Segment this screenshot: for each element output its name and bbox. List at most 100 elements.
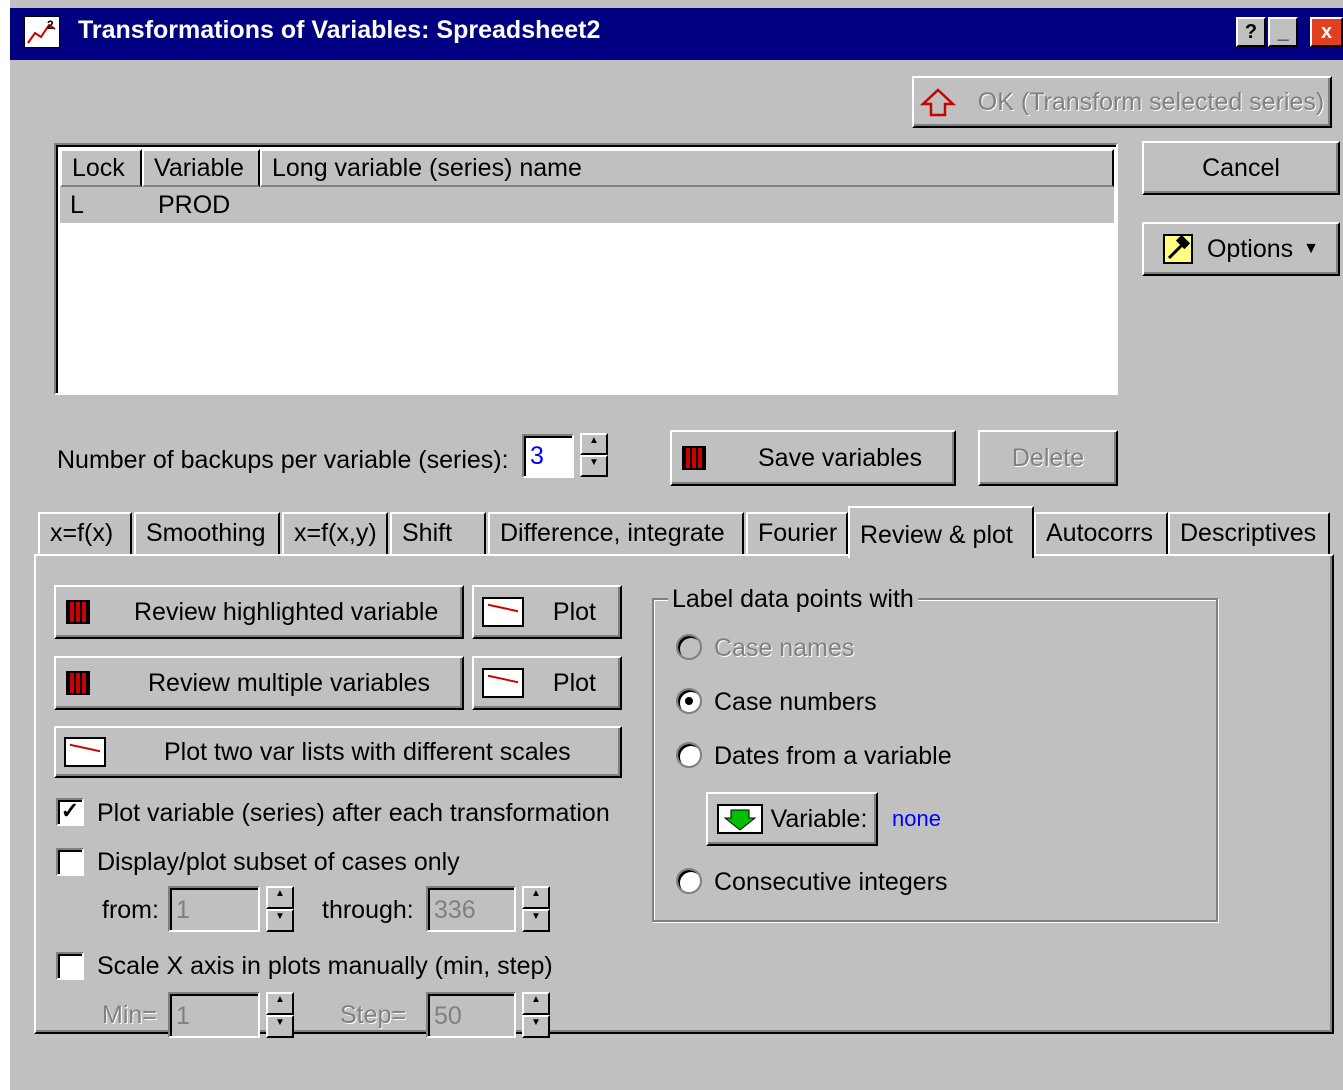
min-value: 1 xyxy=(176,1002,190,1030)
backups-spinner[interactable]: ▲ ▼ xyxy=(580,433,608,477)
spin-up-icon[interactable]: ▲ xyxy=(266,992,294,1015)
review-multiple-button[interactable]: Review multiple variables xyxy=(54,656,464,710)
scale-x-checkbox[interactable] xyxy=(56,952,84,980)
window-title: Transformations of Variables: Spreadshee… xyxy=(78,16,601,44)
from-spinner[interactable]: ▲ ▼ xyxy=(266,886,294,932)
plot-label-1: Plot xyxy=(552,597,596,626)
consecutive-integers-label: Consecutive integers xyxy=(714,868,948,896)
plot-button-2[interactable]: Plot xyxy=(472,656,622,710)
app-chart-icon: 2 xyxy=(24,16,60,48)
through-label: through: xyxy=(322,896,414,924)
plot-after-each-checkbox[interactable]: ✓ xyxy=(56,798,84,826)
tab-review-plot[interactable]: Review & plot xyxy=(848,506,1034,558)
plot-label-2: Plot xyxy=(552,668,596,697)
spreadsheet-icon xyxy=(66,671,90,695)
consecutive-integers-radio[interactable] xyxy=(676,868,702,894)
delete-button[interactable]: Delete xyxy=(978,430,1118,486)
line-plot-icon xyxy=(482,668,524,698)
dates-from-variable-label: Dates from a variable xyxy=(714,742,952,770)
min-input[interactable]: 1 xyxy=(168,992,260,1038)
tab-fourier[interactable]: Fourier xyxy=(746,512,848,554)
step-value: 50 xyxy=(434,1002,462,1030)
tab-autocorrs[interactable]: Autocorrs xyxy=(1034,512,1168,554)
case-names-radio[interactable] xyxy=(676,634,702,660)
backups-value: 3 xyxy=(530,442,544,470)
through-spinner[interactable]: ▲ ▼ xyxy=(522,886,550,932)
line-plot-icon xyxy=(64,737,106,767)
row-variable: PROD xyxy=(158,191,231,219)
hammer-icon xyxy=(1162,234,1193,264)
spin-down-icon[interactable]: ▼ xyxy=(522,909,550,932)
options-label: Options xyxy=(1206,234,1294,263)
through-input[interactable]: 336 xyxy=(426,886,516,932)
spreadsheet-icon xyxy=(682,446,706,470)
variable-button[interactable]: Variable: xyxy=(706,792,878,846)
review-multiple-label: Review multiple variables xyxy=(148,668,431,697)
help-button[interactable]: ? xyxy=(1236,17,1266,47)
plot-button-1[interactable]: Plot xyxy=(472,585,622,639)
ok-button[interactable]: OK (Transform selected series) xyxy=(912,76,1332,128)
case-numbers-label: Case numbers xyxy=(714,688,877,716)
cancel-button[interactable]: Cancel xyxy=(1142,141,1340,195)
from-value: 1 xyxy=(176,896,190,924)
spin-up-icon[interactable]: ▲ xyxy=(522,886,550,909)
scale-x-label: Scale X axis in plots manually (min, ste… xyxy=(97,952,553,980)
home-arrow-icon xyxy=(919,88,956,117)
from-label: from: xyxy=(102,896,159,924)
svg-text:2: 2 xyxy=(47,18,54,32)
plot-two-lists-button[interactable]: Plot two var lists with different scales xyxy=(54,726,622,778)
min-label: Min= xyxy=(102,1001,157,1029)
variable-list[interactable]: Lock Variable Long variable (series) nam… xyxy=(54,143,1118,395)
spin-down-icon[interactable]: ▼ xyxy=(266,909,294,932)
variable-select-icon xyxy=(716,804,763,834)
subset-checkbox[interactable] xyxy=(56,848,84,876)
step-label: Step= xyxy=(340,1001,407,1029)
tab-x-f-x[interactable]: x=f(x) xyxy=(38,512,132,554)
minimize-button[interactable]: _ xyxy=(1268,17,1298,47)
spin-down-icon[interactable]: ▼ xyxy=(522,1015,550,1038)
through-value: 336 xyxy=(434,896,476,924)
col-header-variable[interactable]: Variable xyxy=(142,149,260,187)
from-input[interactable]: 1 xyxy=(168,886,260,932)
case-numbers-radio[interactable] xyxy=(676,688,702,714)
min-spinner[interactable]: ▲ ▼ xyxy=(266,992,294,1038)
tab-difference-integrate[interactable]: Difference, integrate xyxy=(488,512,744,554)
spin-down-icon[interactable]: ▼ xyxy=(580,455,608,477)
table-row[interactable]: L PROD xyxy=(60,187,1114,223)
dates-from-variable-radio[interactable] xyxy=(676,742,702,768)
close-button[interactable]: x xyxy=(1310,17,1343,47)
variable-value: none xyxy=(892,806,941,831)
tab-x-f-x-y[interactable]: x=f(x,y) xyxy=(282,512,388,554)
options-button[interactable]: Options ▼ xyxy=(1142,222,1340,276)
save-variables-label: Save variables xyxy=(758,443,922,472)
col-header-lock[interactable]: Lock xyxy=(60,149,142,187)
tab-descriptives[interactable]: Descriptives xyxy=(1168,512,1330,554)
save-variables-button[interactable]: Save variables xyxy=(670,430,956,486)
line-plot-icon xyxy=(482,597,524,627)
label-group-title: Label data points with xyxy=(668,585,918,614)
review-highlighted-button[interactable]: Review highlighted variable xyxy=(54,585,464,639)
backups-input[interactable]: 3 xyxy=(522,434,574,478)
subset-label: Display/plot subset of cases only xyxy=(97,848,460,876)
left-edge xyxy=(0,0,10,1090)
spin-up-icon[interactable]: ▲ xyxy=(522,992,550,1015)
plot-two-lists-label: Plot two var lists with different scales xyxy=(164,737,571,766)
col-header-long-name[interactable]: Long variable (series) name xyxy=(260,149,1114,187)
step-input[interactable]: 50 xyxy=(426,992,516,1038)
tab-smoothing[interactable]: Smoothing xyxy=(134,512,280,554)
review-highlighted-label: Review highlighted variable xyxy=(134,597,439,626)
row-lock: L xyxy=(70,191,84,219)
case-names-label: Case names xyxy=(714,634,855,662)
ok-button-label: OK (Transform selected series) xyxy=(977,87,1325,116)
spreadsheet-icon xyxy=(66,600,90,624)
backups-label: Number of backups per variable (series): xyxy=(57,446,509,474)
spin-up-icon[interactable]: ▲ xyxy=(580,433,608,455)
chevron-down-icon: ▼ xyxy=(1303,240,1319,257)
plot-after-each-label: Plot variable (series) after each transf… xyxy=(97,799,610,827)
tab-shift[interactable]: Shift xyxy=(390,512,486,554)
spin-up-icon[interactable]: ▲ xyxy=(266,886,294,909)
spin-down-icon[interactable]: ▼ xyxy=(266,1015,294,1038)
close-icon: x xyxy=(1320,21,1333,43)
step-spinner[interactable]: ▲ ▼ xyxy=(522,992,550,1038)
variable-button-label: Variable: xyxy=(770,804,868,833)
